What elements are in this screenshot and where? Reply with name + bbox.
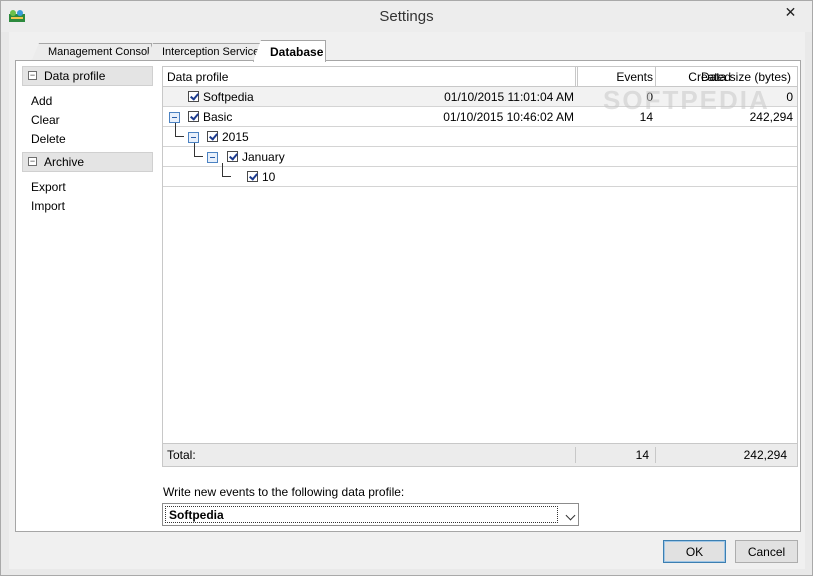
profile-select-value: Softpedia	[165, 506, 558, 523]
checkbox-checked-icon[interactable]	[188, 111, 199, 122]
total-size: 242,294	[743, 448, 787, 462]
data-profile-section-header[interactable]: − Data profile	[22, 66, 153, 86]
tab-database[interactable]: Database	[253, 40, 326, 62]
grid-footer: Total: 14 242,294	[163, 443, 797, 466]
window-title: Settings	[379, 8, 434, 25]
collapse-icon[interactable]	[169, 112, 180, 123]
size-cell: 242,294	[749, 110, 793, 124]
column-header-events[interactable]: Events	[577, 67, 655, 87]
close-button[interactable]: ✕	[774, 2, 807, 23]
column-header-data-profile[interactable]: Data profile	[167, 67, 228, 87]
data-profile-grid: Data profile Created Events Data size (b…	[162, 66, 798, 467]
cancel-button[interactable]: Cancel	[735, 540, 798, 563]
table-row[interactable]: 2015	[163, 123, 797, 147]
profile-name: Basic	[203, 110, 233, 124]
export-link[interactable]: Export	[31, 180, 66, 194]
collapse-icon[interactable]: −	[28, 157, 37, 166]
collapse-icon[interactable]	[188, 132, 199, 143]
events-cell: 14	[639, 110, 653, 124]
table-row[interactable]: January	[163, 143, 797, 167]
checkbox-checked-icon[interactable]	[247, 171, 258, 182]
table-row[interactable]: Basic 01/10/2015 10:46:02 AM 14 242,294	[163, 107, 797, 127]
close-icon: ✕	[784, 4, 797, 20]
chevron-down-icon[interactable]	[565, 510, 576, 521]
profile-name: Softpedia	[203, 90, 254, 104]
add-link[interactable]: Add	[31, 94, 52, 108]
table-row[interactable]: 10	[163, 163, 797, 187]
events-cell: 0	[646, 90, 653, 104]
profile-select[interactable]: Softpedia	[162, 503, 579, 526]
section-title: Archive	[44, 155, 85, 169]
checkbox-checked-icon[interactable]	[227, 151, 238, 162]
table-row[interactable]: Softpedia 01/10/2015 11:01:04 AM 0 0	[163, 87, 797, 107]
section-title: Data profile	[44, 69, 106, 83]
ok-button[interactable]: OK	[663, 540, 726, 563]
grid-header: Data profile Created Events Data size (b…	[163, 67, 797, 87]
collapse-icon[interactable]	[207, 152, 218, 163]
total-label: Total:	[167, 448, 196, 462]
clear-link[interactable]: Clear	[31, 113, 60, 127]
size-cell: 0	[786, 90, 793, 104]
column-header-data-size[interactable]: Data size (bytes)	[655, 67, 793, 87]
year-node: 2015	[222, 130, 249, 144]
month-node: January	[242, 150, 285, 164]
checkbox-checked-icon[interactable]	[207, 131, 218, 142]
checkbox-checked-icon[interactable]	[188, 91, 199, 102]
total-events: 14	[635, 448, 649, 462]
title-bar: Settings ✕	[1, 1, 812, 32]
collapse-icon[interactable]: −	[28, 71, 37, 80]
delete-link[interactable]: Delete	[31, 132, 66, 146]
created-cell: 01/10/2015 11:01:04 AM	[444, 90, 574, 104]
settings-window: Settings ✕ Management Console Intercepti…	[0, 0, 813, 576]
archive-section-header[interactable]: − Archive	[22, 152, 153, 172]
import-link[interactable]: Import	[31, 199, 65, 213]
day-node: 10	[262, 170, 276, 184]
profile-select-label: Write new events to the following data p…	[163, 485, 405, 499]
created-cell: 01/10/2015 10:46:02 AM	[443, 110, 574, 124]
